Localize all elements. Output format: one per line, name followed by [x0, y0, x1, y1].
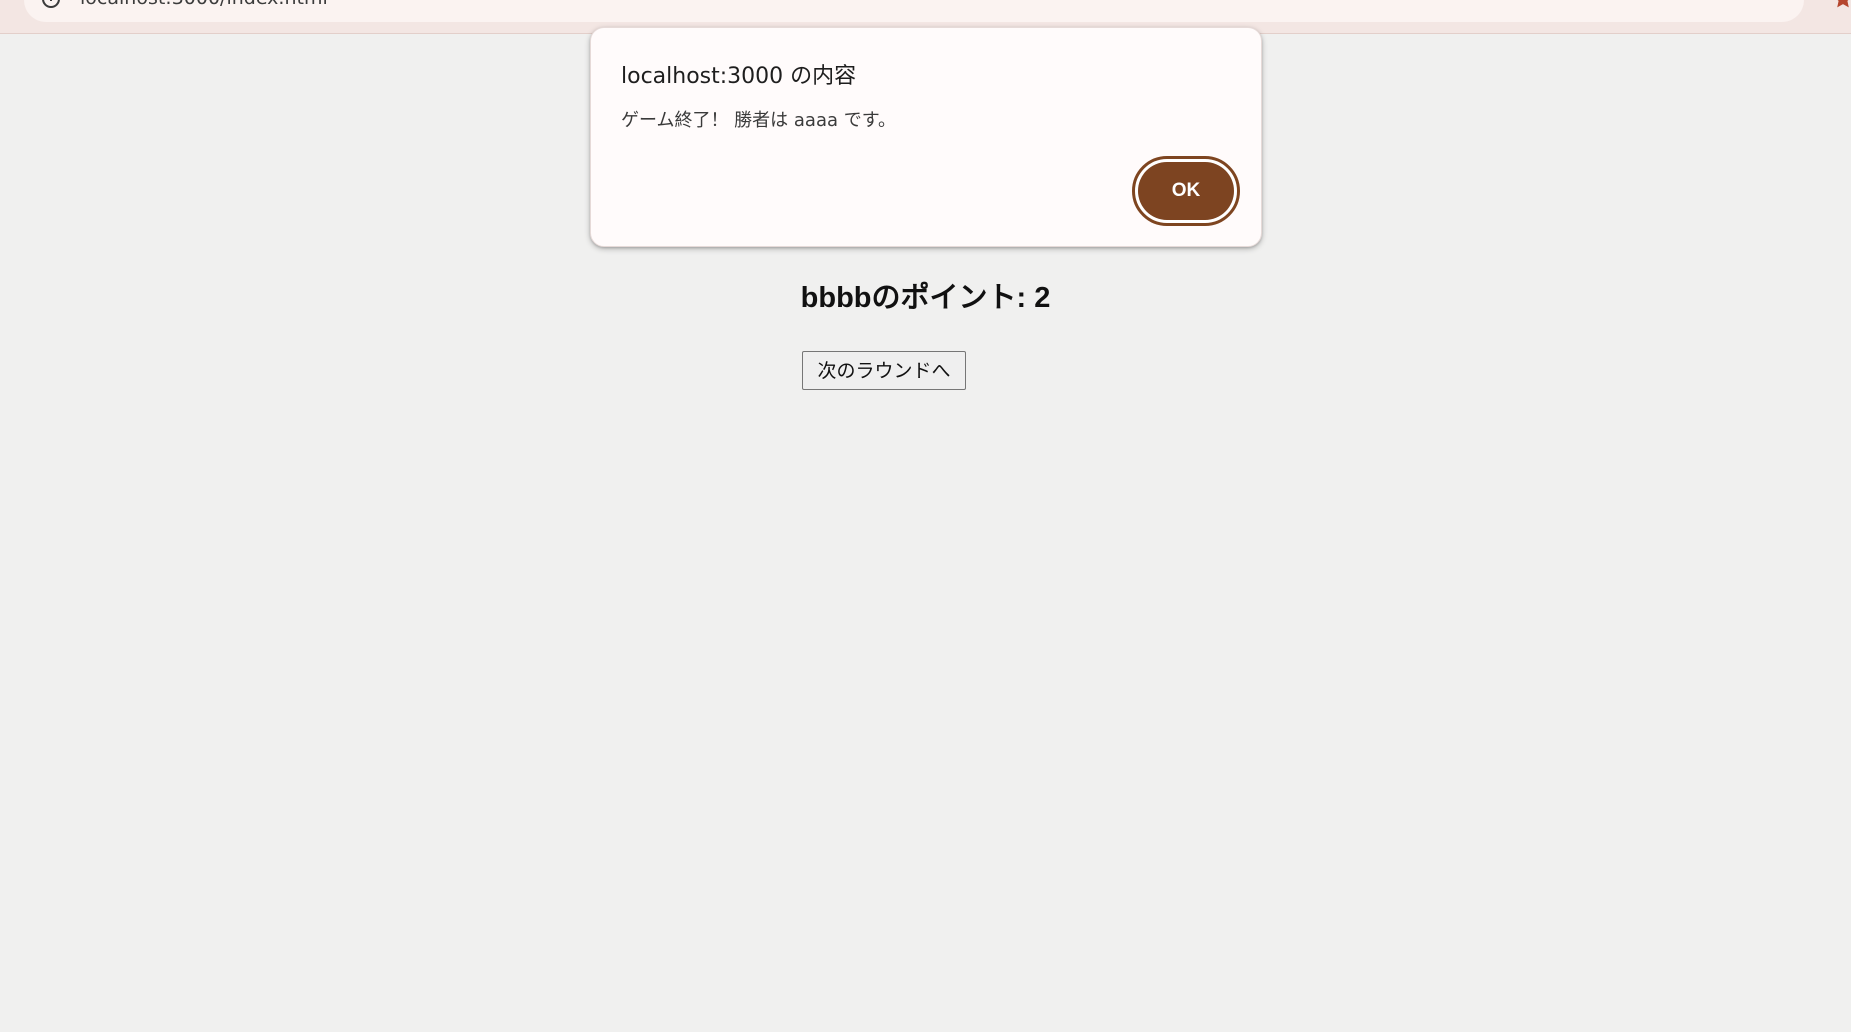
address-bar-url[interactable]: localhost:3000/index.html: [80, 0, 328, 9]
dialog-title: localhost:3000 の内容: [621, 64, 857, 89]
dialog-message: ゲーム終了！ 勝者は aaaa です。: [621, 110, 896, 131]
bookmark-star-icon[interactable]: [1832, 0, 1851, 10]
ok-button-label: OK: [1138, 162, 1234, 220]
ok-button[interactable]: OK: [1132, 156, 1240, 226]
alert-dialog: localhost:3000 の内容 ゲーム終了！ 勝者は aaaa です。 O…: [590, 27, 1262, 247]
player-points-heading: bbbbのポイント: 2: [800, 282, 1051, 314]
next-round-button[interactable]: 次のラウンドへ: [802, 351, 966, 390]
